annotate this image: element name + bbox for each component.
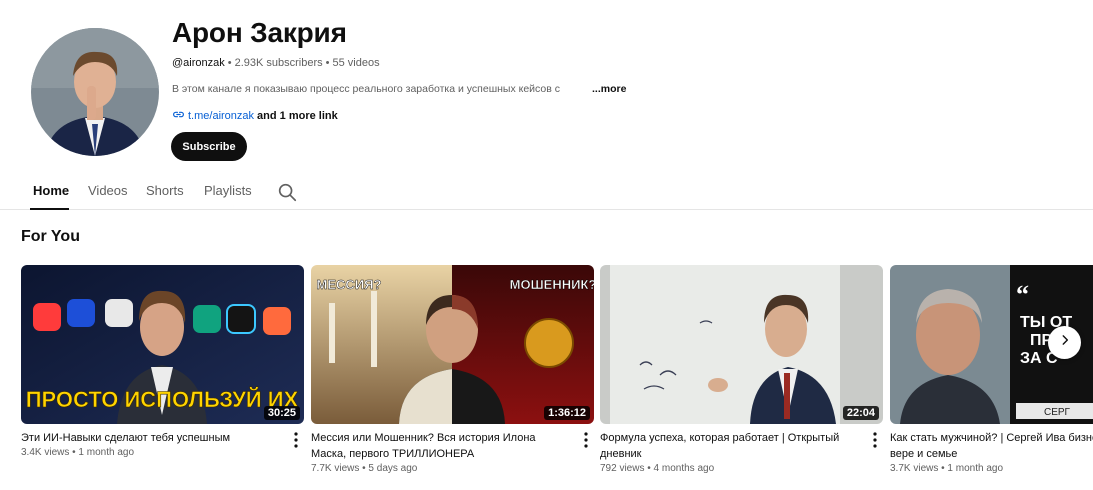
tab-home[interactable]: Home [33,183,69,198]
description-more-link[interactable]: ...more [592,83,626,95]
description-text: В этом канале я показываю процесс реальн… [172,83,560,95]
upload-age: 5 days ago [368,463,418,474]
thumbnail-text: МЕССИЯ? [317,277,382,292]
upload-age: 1 month ago [947,463,1004,474]
video-count: 55 videos [332,57,380,69]
view-count: 3.7K views [890,463,939,474]
video-title[interactable]: Мессия или Мошенник? Вся история Илона М… [311,430,573,462]
channel-tabs: Home Videos Shorts Playlists [0,172,1093,210]
more-vert-icon[interactable] [869,431,881,449]
telegram-link[interactable]: t.me/aironzak [188,110,254,122]
video-card[interactable]: ПРОСТО ИСПОЛЬЗУЙ ИХ 30:25 Эти ИИ-Навыки … [21,265,304,458]
upload-age: 1 month ago [78,447,135,458]
search-icon[interactable] [276,181,298,203]
video-thumbnail[interactable]: ПРОСТО ИСПОЛЬЗУЙ ИХ 30:25 [21,265,304,424]
meta-separator: • [227,57,232,69]
channel-name: Арон Закрия [172,17,347,48]
video-card[interactable]: 22:04 Формула успеха, которая работает |… [600,265,883,474]
section-title-for-you: For You [21,228,80,245]
more-vert-icon[interactable] [290,431,302,449]
link-icon [172,108,185,124]
view-count: 3.4K views [21,447,70,458]
tab-videos[interactable]: Videos [88,183,128,198]
carousel-next-button[interactable] [1048,326,1081,359]
video-meta: 3.7K views • 1 month ago [890,463,1004,474]
thumbnail-text: СЕРГ [1044,407,1071,418]
video-title[interactable]: Эти ИИ-Навыки сделают тебя успешным [21,430,283,446]
video-duration: 1:36:12 [544,406,590,420]
upload-age: 4 months ago [653,463,715,474]
view-count: 7.7K views [311,463,360,474]
channel-description[interactable]: В этом канале я показываю процесс реальн… [172,83,626,95]
channel-links: t.me/aironzak and 1 more link [172,108,338,124]
more-vert-icon[interactable] [580,431,592,449]
active-tab-indicator [30,208,69,210]
channel-avatar [31,28,159,156]
video-meta: 792 views • 4 months ago [600,463,715,474]
thumbnail-text: ПРОСТО ИСПОЛЬЗУЙ ИХ [26,387,299,412]
video-meta: 7.7K views • 5 days ago [311,463,418,474]
thumbnail-text: МОШЕННИК? [510,277,594,292]
channel-handle: @aironzak [172,57,225,69]
svg-text:“: “ [1016,280,1029,309]
channel-meta: @aironzak • 2.93K subscribers • 55 videos [172,57,380,69]
video-title[interactable]: Как стать мужчиной? | Сергей Ива бизнесе… [890,430,1093,462]
video-title[interactable]: Формула успеха, которая работает | Откры… [600,430,862,462]
subscriber-count: 2.93K subscribers [234,57,323,69]
subscribe-button[interactable]: Subscribe [171,132,247,161]
video-thumbnail[interactable]: 22:04 [600,265,883,424]
tab-playlists[interactable]: Playlists [204,183,252,198]
video-duration: 30:25 [263,406,300,420]
chevron-right-icon [1058,333,1072,352]
view-count: 792 views [600,463,645,474]
video-duration: 22:04 [842,406,879,420]
video-card[interactable]: МЕССИЯ? МОШЕННИК? 1:36:12 Мессия или Мош… [311,265,594,474]
video-card[interactable]: “ ТЫ ОТ ПР ЗА С СЕРГ Как стать мужчиной?… [890,265,1093,474]
video-meta: 3.4K views • 1 month ago [21,447,135,458]
more-links-button[interactable]: and 1 more link [257,110,338,122]
tab-shorts[interactable]: Shorts [146,183,184,198]
meta-separator: • [325,57,330,69]
video-thumbnail[interactable]: МЕССИЯ? МОШЕННИК? 1:36:12 [311,265,594,424]
